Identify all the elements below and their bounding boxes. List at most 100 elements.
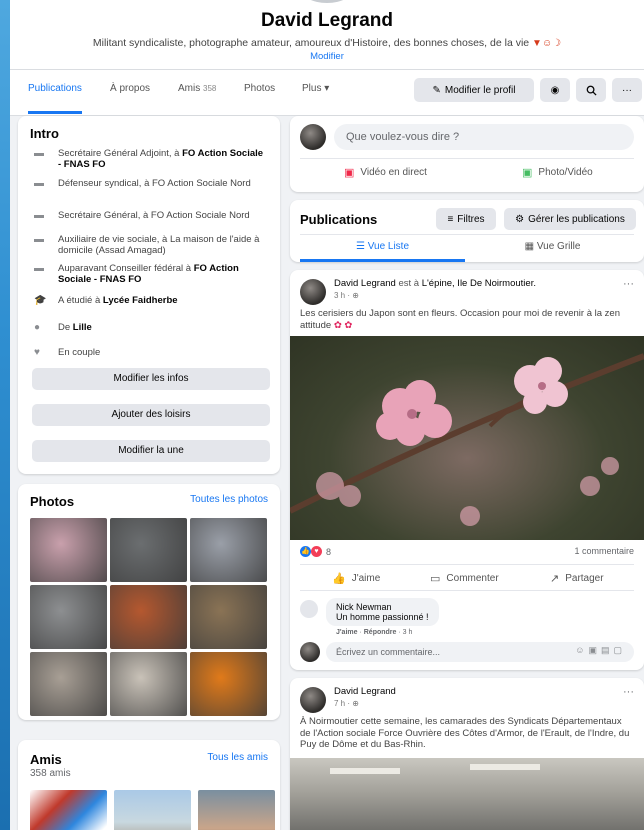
grid-icon: ▦ bbox=[524, 241, 535, 252]
divider bbox=[300, 564, 634, 565]
commenter-avatar[interactable] bbox=[300, 600, 318, 618]
like-label: J'aime bbox=[351, 573, 381, 584]
profile-bio: Militant syndicaliste, photographe amate… bbox=[10, 37, 644, 49]
post-text: À Noirmoutier cette semaine, les camarad… bbox=[300, 716, 630, 750]
photo-video-label: Photo/Vidéo bbox=[538, 167, 593, 178]
tab-label: À propos bbox=[110, 83, 151, 94]
comment-actions: J'aime · Répondre · 3 h bbox=[336, 629, 413, 636]
location-icon: ● bbox=[34, 322, 41, 333]
post-author[interactable]: David Legrand bbox=[334, 686, 396, 697]
friends-count: 358 bbox=[203, 84, 217, 93]
friends-count-label: 358 amis bbox=[30, 768, 71, 779]
friend-photo[interactable] bbox=[114, 790, 191, 830]
photo-thumbnail[interactable] bbox=[30, 652, 107, 716]
post-author-avatar[interactable] bbox=[300, 687, 326, 713]
manage-posts-button[interactable]: ⚙ Gérer les publications bbox=[504, 208, 636, 230]
intro-item-text: A étudié à Lycée Faidherbe bbox=[58, 295, 178, 306]
reactions-summary[interactable]: 👍 ♥ 8 bbox=[300, 546, 331, 557]
profile-page: David Legrand Militant syndicaliste, pho… bbox=[10, 0, 644, 830]
photo-thumbnail[interactable] bbox=[110, 518, 187, 582]
globe-icon: ⊕ bbox=[352, 291, 359, 300]
post-time[interactable]: 7 h bbox=[334, 699, 345, 708]
comment-text: Un homme passionné ! bbox=[336, 612, 429, 622]
intro-item-text: De Lille bbox=[58, 322, 92, 333]
filters-label: Filtres bbox=[457, 213, 485, 225]
photo-thumbnail[interactable] bbox=[110, 652, 187, 716]
photo-thumbnail[interactable] bbox=[190, 585, 267, 649]
edit-bio-link[interactable]: Modifier bbox=[10, 51, 644, 62]
tab-more[interactable]: Plus ▾ bbox=[302, 70, 329, 114]
share-icon: ↗ bbox=[550, 573, 560, 585]
intro-text: Auparavant Conseiller fédéral à bbox=[58, 263, 194, 274]
bio-emoji-icons: ▼☺☽ bbox=[532, 38, 562, 49]
intro-item: ▬ Auxiliaire de vie sociale, à La maison … bbox=[34, 234, 264, 256]
photo-thumbnail[interactable] bbox=[30, 585, 107, 649]
photo-thumbnail[interactable] bbox=[30, 518, 107, 582]
post-author[interactable]: David Legrand bbox=[334, 278, 396, 289]
intro-text: Auxiliaire de vie sociale, à La maison d… bbox=[58, 234, 260, 256]
comment-author[interactable]: Nick Newman bbox=[336, 602, 429, 612]
tab-friends[interactable]: Amis 358 bbox=[178, 70, 216, 114]
intro-school[interactable]: Lycée Faidherbe bbox=[103, 295, 178, 306]
divider bbox=[300, 590, 634, 591]
intro-text: Secrétaire Général, à FO Action Sociale … bbox=[58, 210, 250, 221]
post-menu-icon[interactable]: ··· bbox=[623, 686, 634, 698]
intro-item: ● De Lille bbox=[34, 322, 264, 333]
filters-button[interactable]: ≡ Filtres bbox=[436, 208, 496, 230]
intro-text: En couple bbox=[58, 347, 101, 358]
grid-view-tab[interactable]: ▦ Vue Grille bbox=[470, 236, 635, 262]
list-view-tab[interactable]: ☰ Vue Liste bbox=[300, 236, 465, 262]
composer-avatar[interactable] bbox=[300, 124, 326, 150]
post-photo[interactable] bbox=[290, 758, 644, 830]
post-location[interactable]: L'épine, Ile De Noirmoutier. bbox=[422, 278, 536, 289]
photo-thumbnail[interactable] bbox=[190, 652, 267, 716]
briefcase-icon: ▬ bbox=[34, 178, 44, 189]
comment-reply-link[interactable]: Répondre bbox=[364, 629, 397, 636]
add-hobbies-button[interactable]: Ajouter des loisirs bbox=[32, 404, 270, 426]
view-as-button[interactable]: ◉ bbox=[540, 78, 570, 102]
post-meta: 3 h · ⊕ bbox=[334, 291, 359, 300]
comment-like-link[interactable]: J'aime bbox=[336, 629, 358, 636]
photo-thumbnail[interactable] bbox=[190, 518, 267, 582]
tab-photos[interactable]: Photos bbox=[244, 70, 275, 114]
comment-button[interactable]: ▭ Commenter bbox=[430, 572, 499, 585]
edit-details-button[interactable]: Modifier les infos bbox=[32, 368, 270, 390]
all-photos-link[interactable]: Toutes les photos bbox=[190, 494, 268, 505]
eye-icon: ◉ bbox=[550, 84, 560, 96]
post-photo[interactable] bbox=[290, 336, 644, 540]
friend-photo[interactable] bbox=[30, 790, 107, 830]
profile-avatar[interactable] bbox=[297, 0, 357, 6]
post-menu-icon[interactable]: ··· bbox=[623, 278, 634, 290]
my-avatar[interactable] bbox=[300, 642, 320, 662]
intro-item: ▬ Défenseur syndical, à FO Action Sociale… bbox=[34, 178, 264, 189]
post-header: David Legrand est à L'épine, Ile De Noir… bbox=[334, 278, 536, 289]
comment-input-icons[interactable]: ☺▣▤▢ bbox=[575, 645, 626, 656]
comment-count[interactable]: 1 commentaire bbox=[574, 546, 634, 556]
profile-tabs: Publications À propos Amis 358 Photos Pl… bbox=[10, 70, 644, 116]
friend-photo[interactable] bbox=[198, 790, 275, 830]
photo-video-button[interactable]: ▣ Photo/Vidéo bbox=[522, 166, 593, 179]
live-video-button[interactable]: ▣ Vidéo en direct bbox=[344, 166, 427, 179]
heart-icon: ♥ bbox=[34, 347, 40, 358]
all-friends-link[interactable]: Tous les amis bbox=[207, 752, 268, 763]
post-author-avatar[interactable] bbox=[300, 279, 326, 305]
edit-profile-button[interactable]: ✎ Modifier le profil bbox=[414, 78, 534, 102]
search-icon bbox=[586, 85, 597, 96]
photo-thumbnail[interactable] bbox=[110, 585, 187, 649]
bio-text: Militant syndicaliste, photographe amate… bbox=[92, 37, 530, 49]
intro-city[interactable]: Lille bbox=[73, 322, 92, 333]
more-options-button[interactable]: ··· bbox=[612, 78, 642, 102]
divider bbox=[300, 234, 634, 235]
live-video-label: Vidéo en direct bbox=[360, 167, 427, 178]
composer-input[interactable]: Que voulez-vous dire ? bbox=[334, 124, 634, 150]
post-time[interactable]: 3 h bbox=[334, 291, 345, 300]
tab-publications[interactable]: Publications bbox=[28, 70, 82, 114]
search-button[interactable] bbox=[576, 78, 606, 102]
share-button[interactable]: ↗ Partager bbox=[550, 572, 604, 585]
live-video-icon: ▣ bbox=[344, 167, 355, 179]
intro-item: ▬ Secrétaire Général Adjoint, à FO Action… bbox=[34, 148, 264, 170]
like-button[interactable]: 👍 J'aime bbox=[332, 572, 380, 585]
tab-about[interactable]: À propos bbox=[110, 70, 150, 114]
edit-featured-button[interactable]: Modifier la une bbox=[32, 440, 270, 462]
post-text: Les cerisiers du Japon sont en fleurs. O… bbox=[300, 308, 634, 331]
